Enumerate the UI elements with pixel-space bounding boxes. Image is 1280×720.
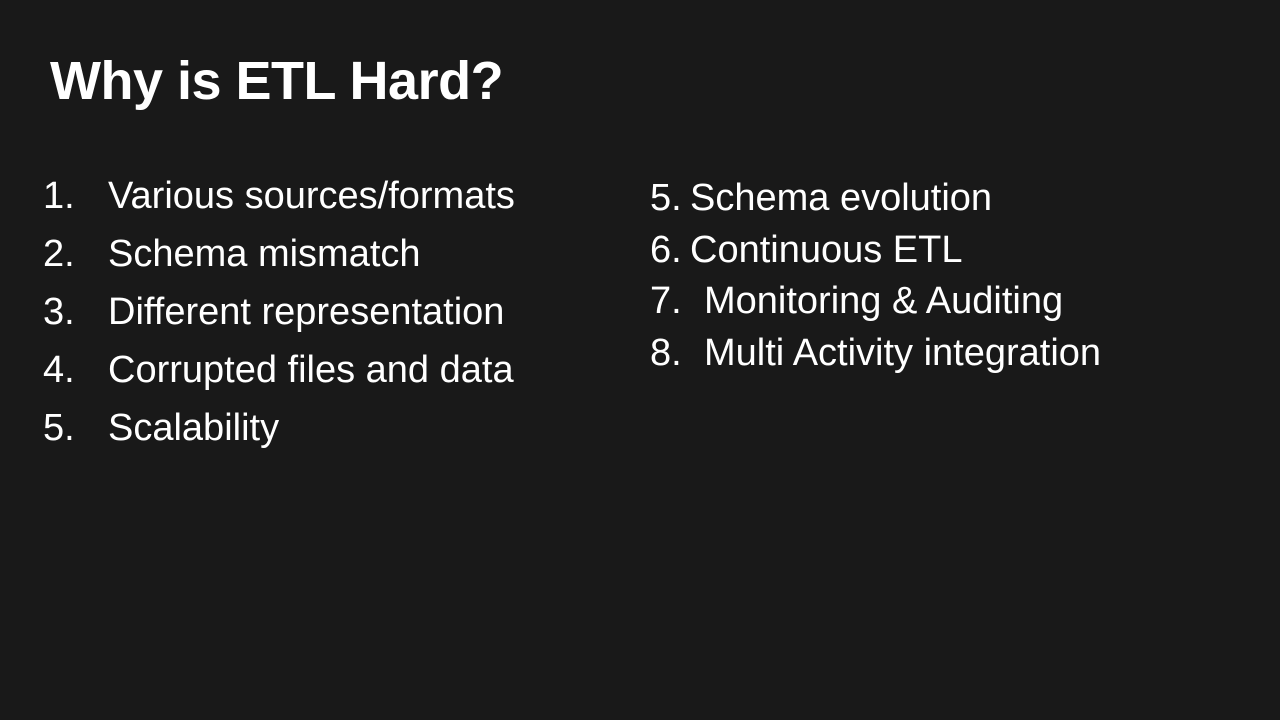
- left-list: 1. Various sources/formats 2. Schema misma…: [43, 177, 515, 467]
- list-item: 8. Multi Activity integration: [650, 334, 1101, 386]
- list-item-text: Multi Activity integration: [704, 331, 1102, 374]
- list-item-number: 6.: [650, 228, 682, 271]
- list-item-number: 4.: [43, 349, 75, 391]
- list-item: 3. Different representation: [43, 293, 515, 351]
- list-item-text: Schema mismatch: [108, 233, 421, 275]
- list-item-number: 2.: [43, 233, 75, 275]
- list-item: 4. Corrupted files and data: [43, 351, 515, 409]
- list-item: 6. Continuous ETL: [650, 231, 1101, 283]
- list-item: 2. Schema mismatch: [43, 235, 515, 293]
- list-item-number: 8.: [650, 331, 682, 374]
- list-item-number: 5.: [43, 407, 75, 449]
- list-item-number: 1.: [43, 175, 75, 217]
- list-item: 5. Scalability: [43, 409, 515, 467]
- list-item-text: Various sources/formats: [108, 175, 515, 217]
- right-list: 5. Schema evolution 6. Continuous ETL 7. Mo…: [650, 179, 1101, 385]
- list-item: 1. Various sources/formats: [43, 177, 515, 235]
- slide: Why is ETL Hard? 1. Various sources/forma…: [0, 0, 1280, 720]
- list-item: 5. Schema evolution: [650, 179, 1101, 231]
- list-item-text: Corrupted files and data: [108, 349, 514, 391]
- list-item-number: 3.: [43, 291, 75, 333]
- slide-title: Why is ETL Hard?: [50, 51, 504, 111]
- list-item: 7. Monitoring & Auditing: [650, 282, 1101, 334]
- list-item-text: Scalability: [108, 407, 280, 449]
- list-item-text: Monitoring & Auditing: [704, 280, 1064, 322]
- list-item-text: Schema evolution: [690, 177, 993, 219]
- list-item-number: 7.: [650, 280, 682, 322]
- list-item-text: Continuous ETL: [690, 228, 963, 271]
- list-item-number: 5.: [650, 177, 682, 219]
- list-item-text: Different representation: [108, 291, 505, 333]
